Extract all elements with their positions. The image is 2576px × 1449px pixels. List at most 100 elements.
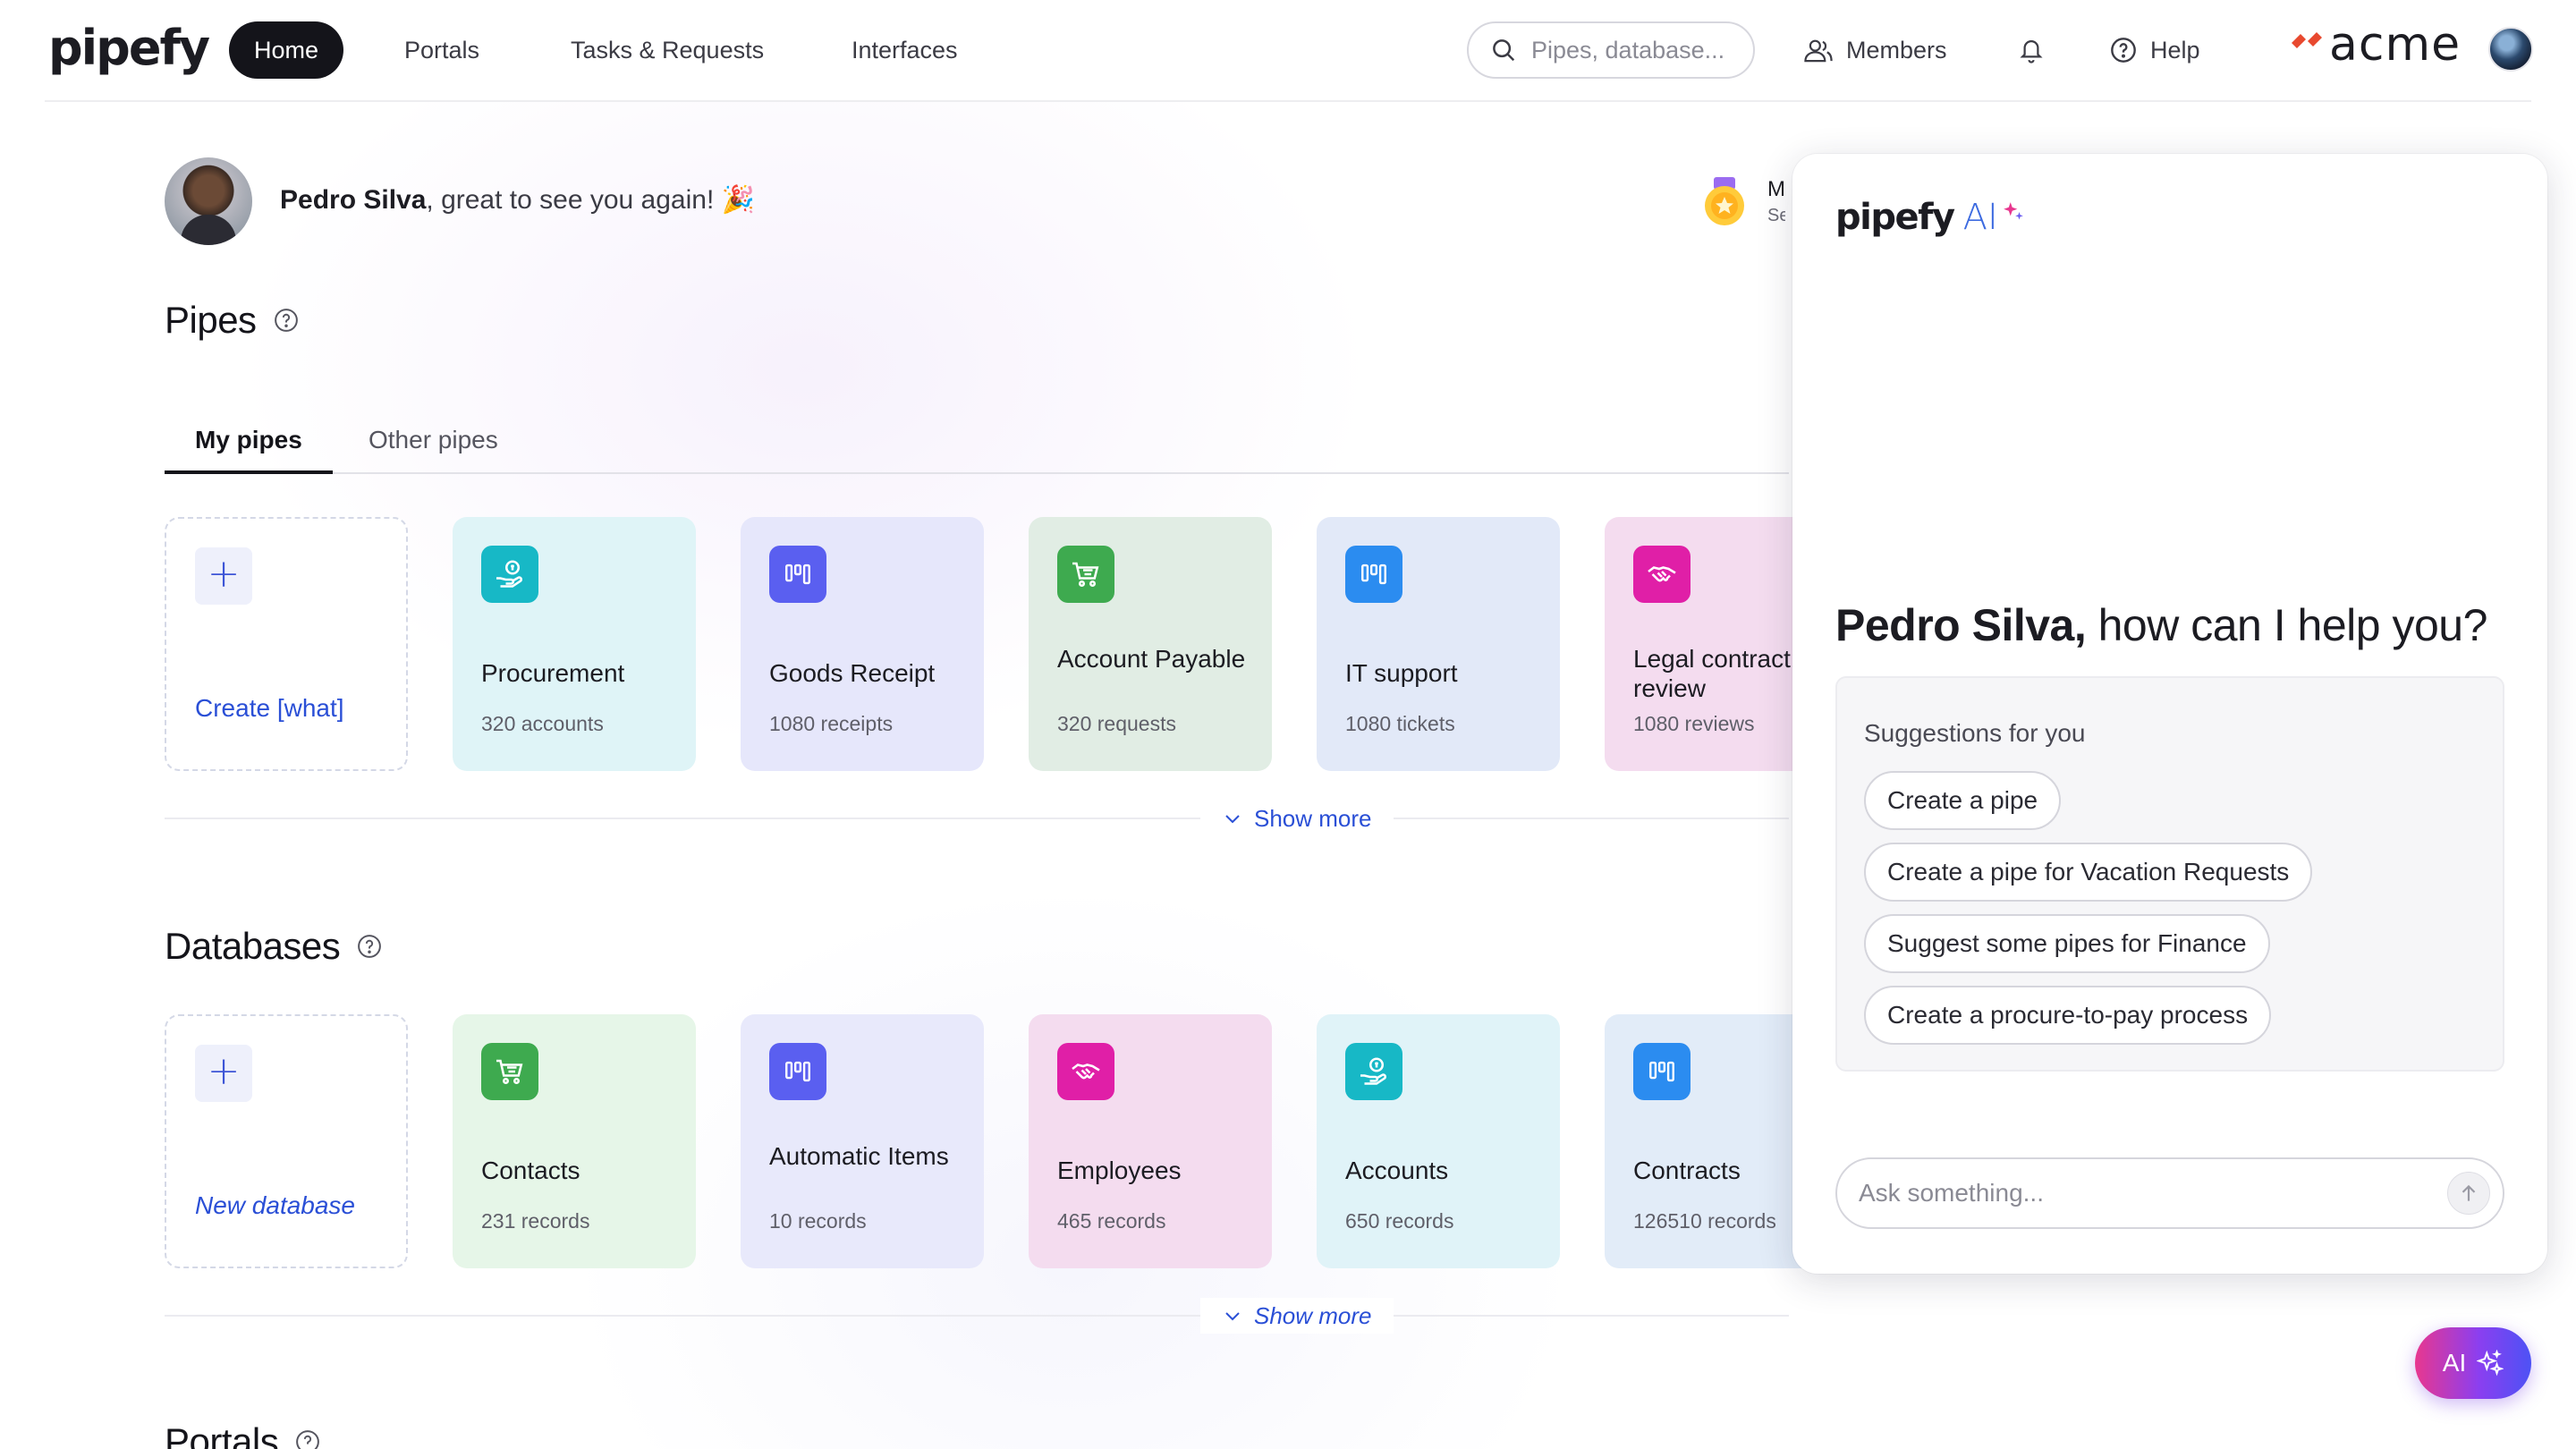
pipes-show-more-label: Show more bbox=[1254, 804, 1372, 832]
nav-interfaces[interactable]: Interfaces bbox=[826, 21, 983, 79]
pipefy-ai-logo: pipefy AI bbox=[1835, 197, 2025, 238]
search-icon bbox=[1493, 39, 1515, 62]
database-card-accounts[interactable]: Accounts 650 records bbox=[1317, 1014, 1560, 1268]
new-database-card[interactable]: + New database bbox=[165, 1014, 408, 1268]
suggestion-chip[interactable]: Create a pipe bbox=[1864, 771, 2062, 830]
kanban-icon bbox=[769, 1043, 826, 1100]
pipe-card-title: Account Payable bbox=[1057, 645, 1246, 673]
search-input[interactable] bbox=[1531, 36, 1737, 64]
notifications-button[interactable] bbox=[2018, 21, 2057, 79]
suggestion-chip[interactable]: Suggest some pipes for Finance bbox=[1864, 914, 2270, 973]
members-button[interactable]: Members bbox=[1803, 21, 1947, 79]
kanban-icon bbox=[1633, 1043, 1690, 1100]
chevron-down-icon bbox=[1225, 1312, 1240, 1321]
pipe-card-account-payable[interactable]: Account Payable 320 requests bbox=[1029, 517, 1272, 771]
pipe-card-procurement[interactable]: Procurement 320 accounts bbox=[453, 517, 696, 771]
ai-logo-ai: AI bbox=[1962, 197, 1998, 238]
handshake-icon bbox=[1633, 546, 1690, 603]
org-name[interactable]: acme bbox=[2329, 18, 2461, 72]
database-card-title: Employees bbox=[1057, 1157, 1182, 1184]
pipe-card-goods-receipt[interactable]: Goods Receipt 1080 receipts bbox=[741, 517, 984, 771]
help-circle-icon[interactable] bbox=[356, 933, 383, 960]
ai-heading-name: Pedro Silva, bbox=[1835, 600, 2087, 650]
ai-logo-text: pipefy bbox=[1835, 197, 1955, 238]
pipe-card-it-support[interactable]: IT support 1080 tickets bbox=[1317, 517, 1560, 771]
database-card-contacts[interactable]: Contacts 231 records bbox=[453, 1014, 696, 1268]
chevron-down-icon bbox=[1225, 815, 1240, 824]
sparkle-icon bbox=[2003, 202, 2023, 220]
cart-icon bbox=[481, 1043, 538, 1100]
database-card-title: Automatic Items bbox=[769, 1142, 949, 1170]
new-database-label: New database bbox=[195, 1191, 356, 1219]
send-button[interactable] bbox=[2447, 1172, 2490, 1215]
help-label: Help bbox=[2150, 36, 2200, 64]
database-card-employees[interactable]: Employees 465 records bbox=[1029, 1014, 1272, 1268]
pipefy-logo[interactable]: pipefy bbox=[48, 20, 210, 76]
user-avatar-small[interactable] bbox=[2488, 27, 2533, 72]
pipe-card-title: Procurement bbox=[481, 659, 625, 687]
ai-fab-button[interactable]: AI bbox=[2415, 1327, 2531, 1399]
plus-icon: + bbox=[195, 1045, 252, 1102]
top-navigation: pipefy Home Portals Tasks & Requests Int… bbox=[0, 0, 2576, 102]
portals-section-title: Portals bbox=[165, 1420, 321, 1449]
pipes-divider bbox=[165, 818, 1789, 819]
medal-icon bbox=[1705, 177, 1744, 225]
user-avatar[interactable] bbox=[165, 157, 252, 245]
ask-input[interactable] bbox=[1859, 1179, 2395, 1208]
database-card-title: Contacts bbox=[481, 1157, 580, 1184]
pipe-card-count: 1080 tickets bbox=[1345, 712, 1455, 735]
badge-subtitle: Se bbox=[1767, 206, 1785, 225]
nav-tasks-requests[interactable]: Tasks & Requests bbox=[546, 21, 789, 79]
database-card-title: Accounts bbox=[1345, 1157, 1449, 1184]
database-card-count: 10 records bbox=[769, 1209, 867, 1233]
help-button[interactable]: Help bbox=[2109, 21, 2200, 79]
ask-box[interactable] bbox=[1835, 1157, 2504, 1229]
pipe-card-count: 1080 reviews bbox=[1633, 712, 1755, 735]
kanban-icon bbox=[769, 546, 826, 603]
acme-logo-mark-icon bbox=[2292, 32, 2322, 48]
databases-section-title: Databases bbox=[165, 925, 383, 968]
ai-fab-label: AI bbox=[2442, 1349, 2467, 1377]
kanban-icon bbox=[1345, 546, 1402, 603]
database-card-automatic-items[interactable]: Automatic Items 10 records bbox=[741, 1014, 984, 1268]
arrow-up-icon bbox=[2462, 1184, 2476, 1201]
pipe-card-count: 320 requests bbox=[1057, 712, 1176, 735]
databases-show-more-button[interactable]: Show more bbox=[1200, 1298, 1394, 1334]
suggestion-chip[interactable]: Create a procure-to-pay process bbox=[1864, 986, 2272, 1045]
greeting-text: Pedro Silva, great to see you again! 🎉 bbox=[280, 184, 755, 216]
search-box[interactable] bbox=[1467, 21, 1755, 79]
database-card-count: 465 records bbox=[1057, 1209, 1166, 1233]
pipes-show-more-button[interactable]: Show more bbox=[1200, 801, 1394, 836]
database-card-count: 126510 records bbox=[1633, 1209, 1776, 1233]
cart-icon bbox=[1057, 546, 1114, 603]
database-card-count: 650 records bbox=[1345, 1209, 1454, 1233]
ai-assistant-panel: pipefy AI Pedro Silva, how can I help yo… bbox=[1792, 154, 2547, 1274]
greeting-message: , great to see you again! 🎉 bbox=[426, 185, 755, 215]
badge-title[interactable]: My bbox=[1767, 177, 1785, 202]
help-circle-icon[interactable] bbox=[273, 307, 300, 334]
greeting-name: Pedro Silva bbox=[280, 185, 427, 215]
help-circle-icon[interactable] bbox=[294, 1428, 321, 1449]
pipes-tabs: My pipes Other pipes bbox=[165, 404, 1789, 474]
suggestions-label: Suggestions for you bbox=[1864, 719, 2086, 747]
nav-portals[interactable]: Portals bbox=[379, 21, 504, 79]
tab-other-pipes[interactable]: Other pipes bbox=[338, 417, 529, 474]
tab-my-pipes[interactable]: My pipes bbox=[165, 417, 333, 474]
databases-divider bbox=[165, 1315, 1789, 1317]
plus-icon: + bbox=[195, 547, 252, 605]
databases-show-more-label: Show more bbox=[1254, 1301, 1372, 1329]
members-icon bbox=[1804, 39, 1833, 63]
suggestion-chip[interactable]: Create a pipe for Vacation Requests bbox=[1864, 843, 2313, 902]
portals-title: Portals bbox=[165, 1420, 279, 1449]
create-pipe-card[interactable]: + Create [what] bbox=[165, 517, 408, 771]
money-hand-icon bbox=[1345, 1043, 1402, 1100]
suggestions-box: Suggestions for you Create a pipe Create… bbox=[1835, 676, 2504, 1072]
pipe-card-title: IT support bbox=[1345, 659, 1458, 687]
database-card-count: 231 records bbox=[481, 1209, 590, 1233]
bell-icon bbox=[2020, 40, 2043, 64]
help-circle-icon bbox=[2111, 38, 2136, 63]
money-hand-icon bbox=[481, 546, 538, 603]
members-label: Members bbox=[1846, 36, 1947, 64]
pipes-section-title: Pipes bbox=[165, 299, 300, 342]
nav-home[interactable]: Home bbox=[229, 21, 344, 79]
